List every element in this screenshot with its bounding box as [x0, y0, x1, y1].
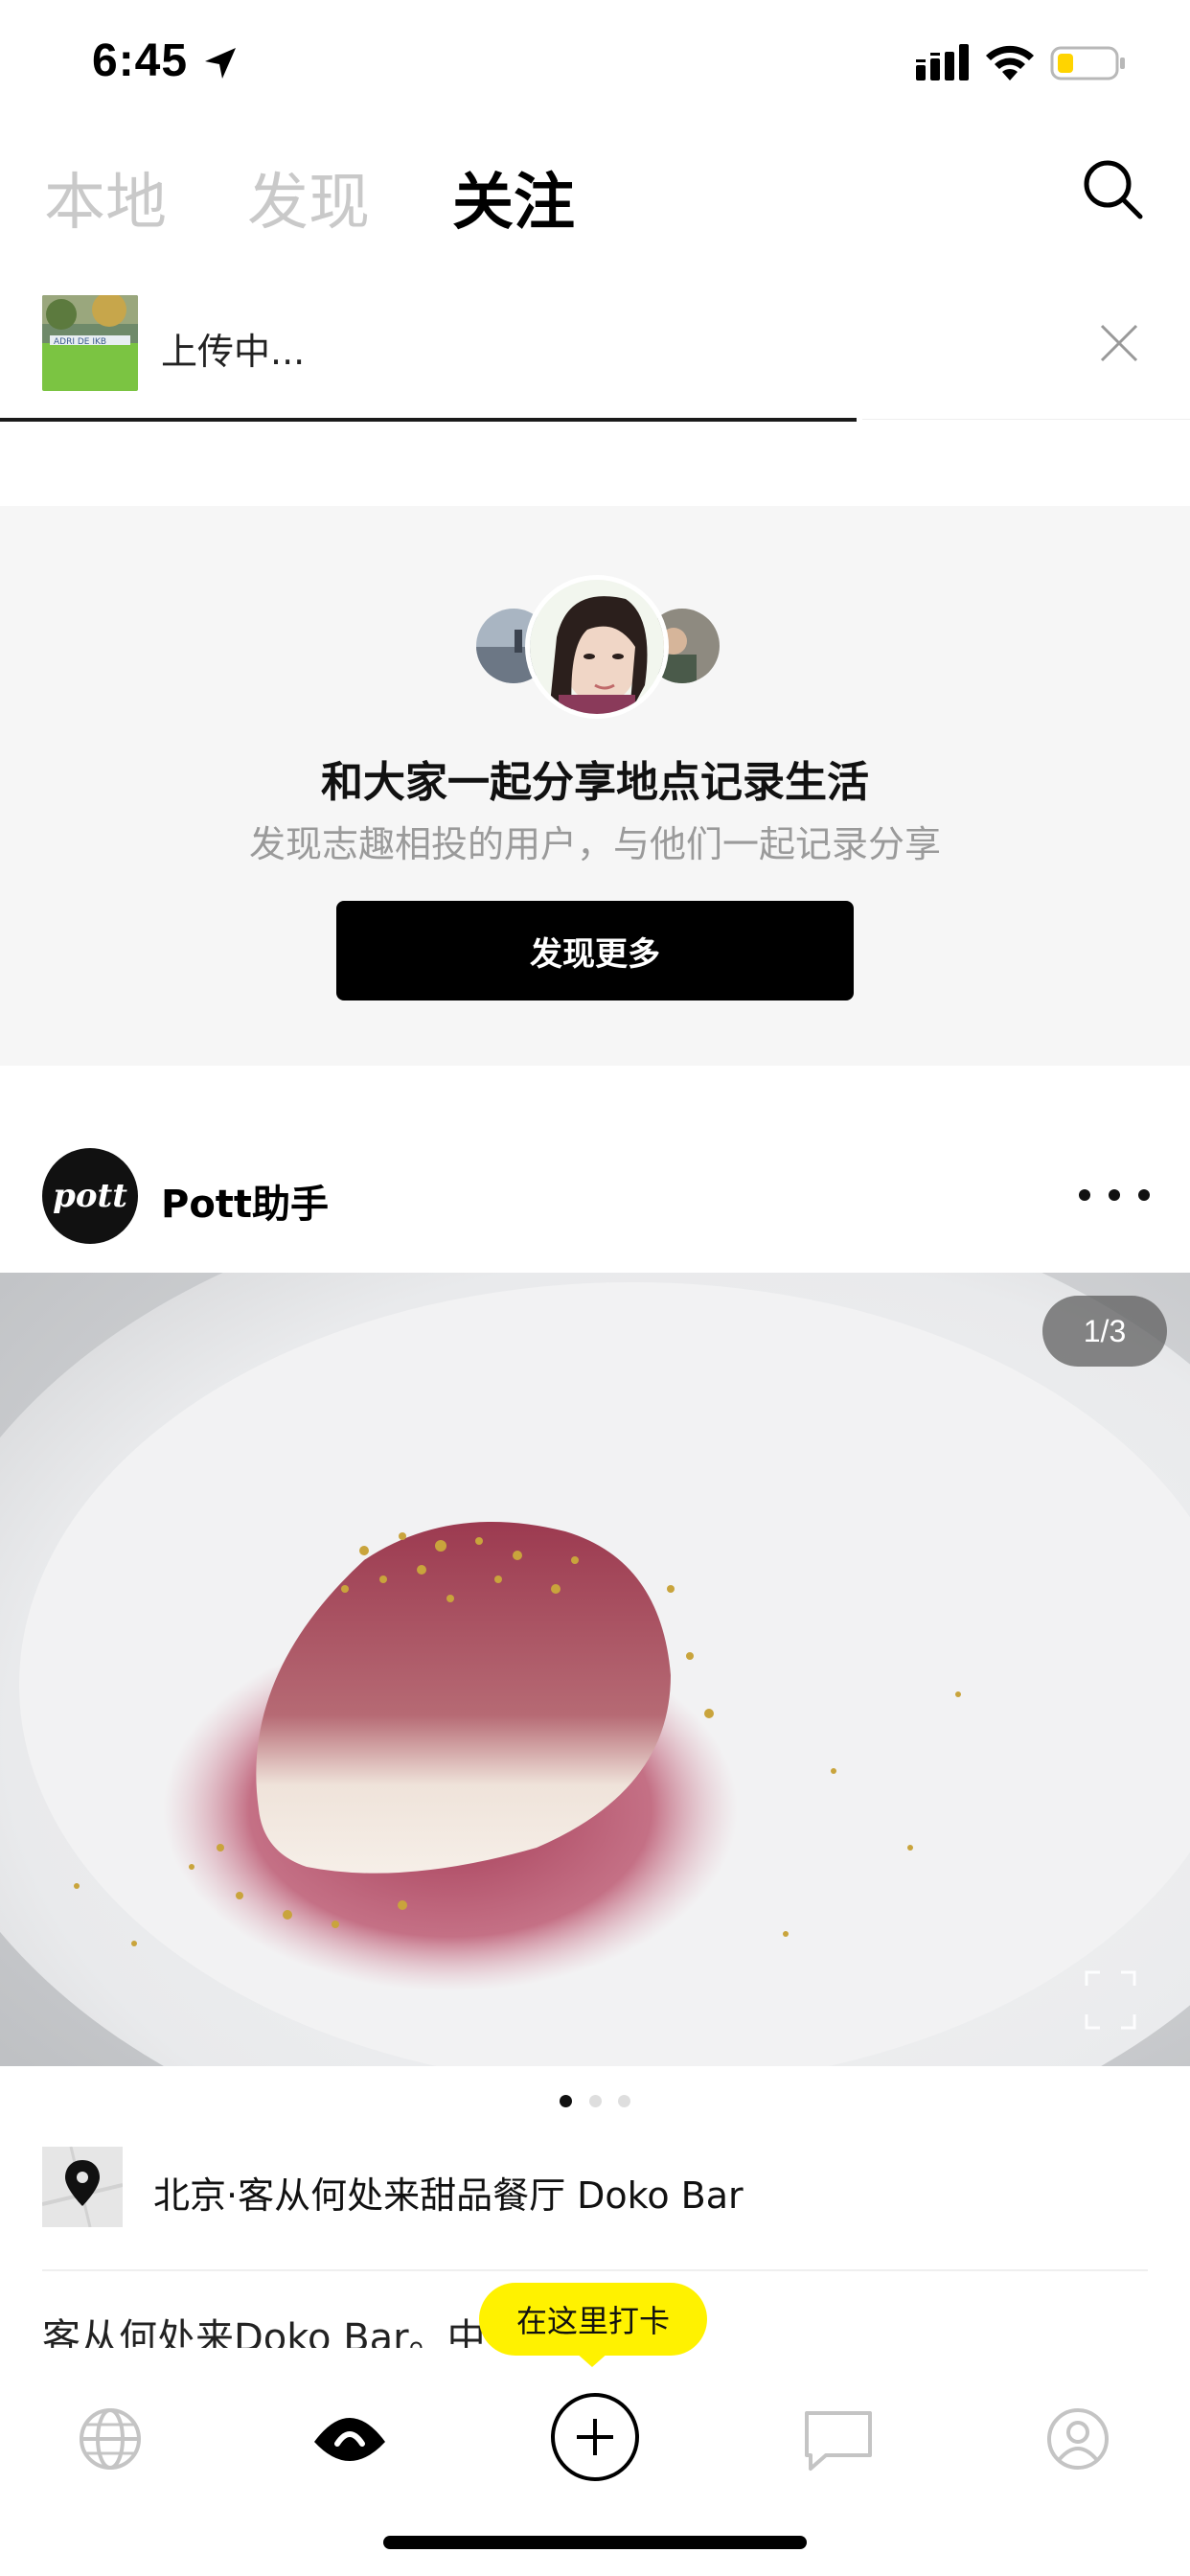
suggest-subtitle: 发现志趣相投的用户，与他们一起记录分享 — [248, 823, 941, 865]
post-location[interactable]: 北京·客从何处来甜品餐厅 Doko Bar — [153, 2166, 744, 2219]
globe-icon[interactable] — [67, 2396, 153, 2482]
divider — [42, 2269, 1148, 2271]
location-arrow-icon — [205, 48, 236, 79]
dot-icon — [1138, 1189, 1150, 1201]
tooltip-arrow — [575, 2352, 609, 2367]
svg-text:ADRI DE IKB: ADRI DE IKB — [54, 337, 106, 347]
eye-icon[interactable] — [307, 2396, 393, 2482]
add-icon[interactable] — [548, 2390, 642, 2484]
battery-icon — [1050, 46, 1125, 80]
upload-progress-bar — [0, 418, 857, 422]
dot-icon — [1109, 1189, 1120, 1201]
search-icon[interactable] — [1081, 157, 1146, 222]
dot-icon — [1079, 1189, 1090, 1201]
avatar[interactable]: pott — [42, 1148, 138, 1244]
tab-follow[interactable]: 关注 — [452, 153, 575, 242]
signal-icon — [916, 44, 969, 80]
discover-more-button[interactable]: 发现更多 — [336, 901, 854, 1000]
checkin-tooltip[interactable]: 在这里打卡 — [479, 2283, 707, 2356]
upload-status: 上传中... — [161, 331, 306, 373]
map-pin-icon[interactable] — [42, 2147, 123, 2227]
more-options-button[interactable] — [1079, 1181, 1150, 1209]
avatar — [525, 575, 669, 719]
post-author[interactable]: Pott助手 — [161, 1173, 329, 1229]
tab-local[interactable]: 本地 — [44, 153, 167, 242]
home-indicator — [383, 2536, 807, 2549]
post-image[interactable] — [0, 1273, 1190, 2066]
upload-thumbnail: ADRI DE IKB — [42, 295, 138, 391]
carousel-dot[interactable] — [618, 2095, 630, 2107]
carousel-dot[interactable] — [588, 2095, 602, 2107]
wifi-icon — [986, 45, 1034, 80]
image-page-badge: 1/3 — [1042, 1296, 1167, 1367]
suggest-title: 和大家一起分享地点记录生活 — [321, 758, 869, 807]
divider — [862, 419, 1190, 420]
expand-icon[interactable] — [1085, 1970, 1136, 2030]
tab-discover[interactable]: 发现 — [247, 153, 370, 242]
status-time: 6:45 — [92, 35, 189, 86]
profile-icon[interactable] — [1035, 2396, 1121, 2482]
message-icon[interactable] — [795, 2396, 881, 2482]
close-icon[interactable] — [1096, 320, 1142, 366]
carousel-dot[interactable] — [560, 2095, 572, 2107]
carousel-dots — [560, 2095, 630, 2108]
